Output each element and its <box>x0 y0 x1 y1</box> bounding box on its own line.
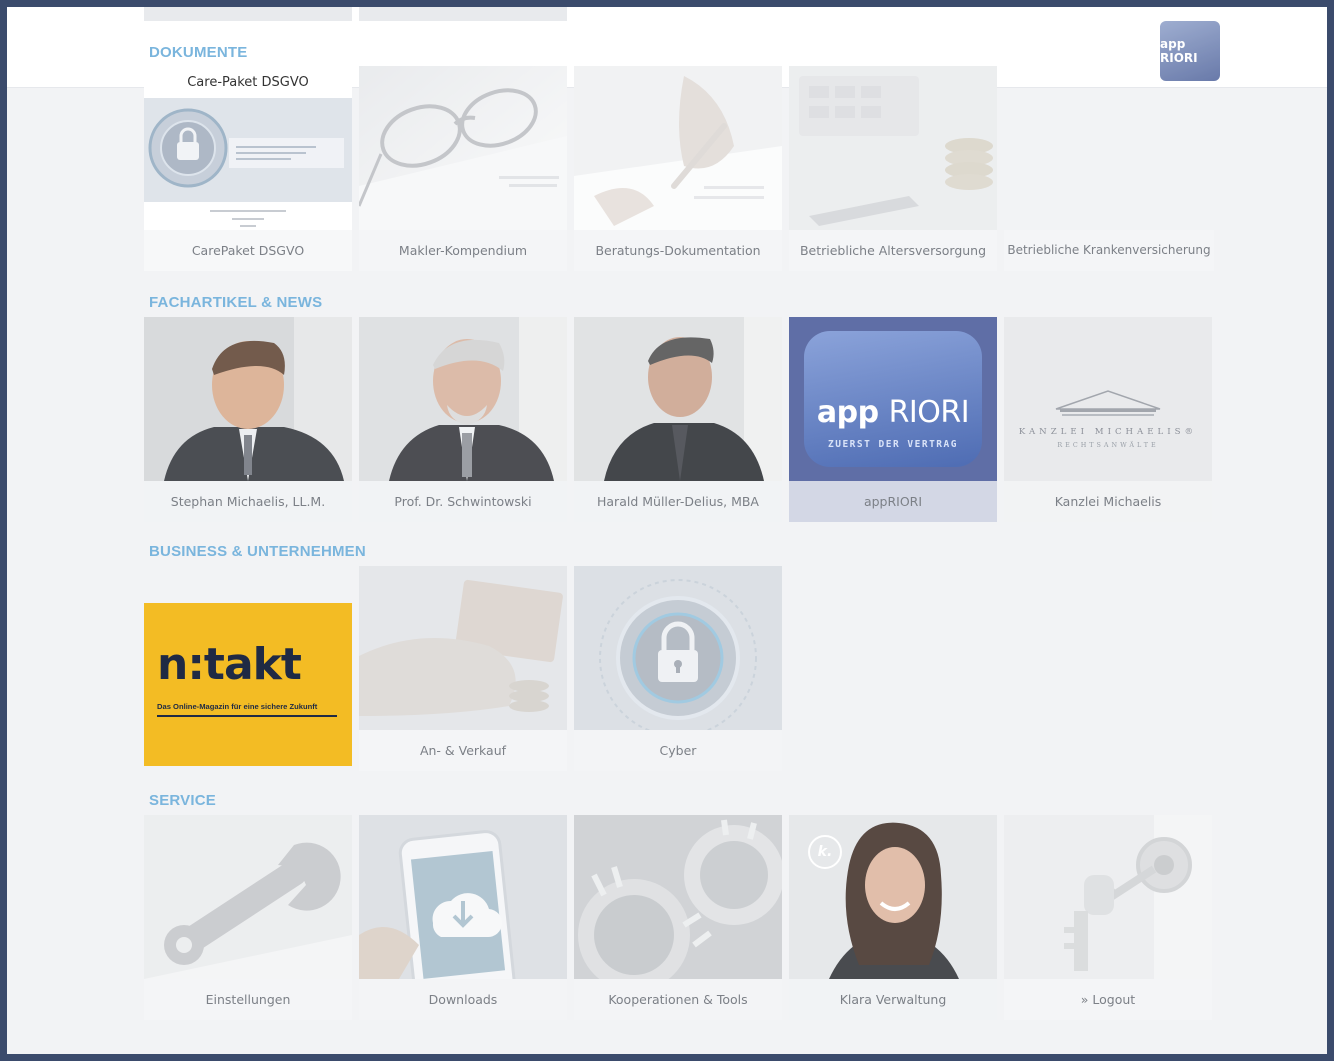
tile-betriebliche-altersversorgung[interactable]: Betriebliche Altersversorgung <box>789 66 997 271</box>
tile-betriebliche-krankenversicherung[interactable]: Betriebliche Krankenversicherung <box>1004 66 1214 271</box>
tile-klara-verwaltung[interactable]: k. Klara Verwaltung <box>789 815 997 1020</box>
tile-kooperationen-tools[interactable]: Kooperationen & Tools <box>574 815 782 1020</box>
tile-label: Prof. Dr. Schwintowski <box>359 481 567 522</box>
tile-label: Stephan Michaelis, LL.M. <box>144 481 352 522</box>
tile-cyber[interactable]: Cyber <box>574 566 782 771</box>
ntakt-logo: n:takt <box>157 639 302 690</box>
tile-beratungs-dokumentation[interactable]: Beratungs-Dokumentation <box>574 66 782 271</box>
tile-label: An- & Verkauf <box>359 730 567 771</box>
klara-badge-icon: k. <box>808 835 842 869</box>
section-title-fachartikel: FACHARTIKEL & NEWS <box>149 294 323 311</box>
tile-label: appRIORI <box>789 481 997 522</box>
tile-label: Kooperationen & Tools <box>574 979 782 1020</box>
coins-calculator-image <box>789 66 997 230</box>
section-title-dokumente: DOKUMENTE <box>149 44 248 61</box>
kanzlei-subtitle: RECHTSANWÄLTE <box>1057 441 1159 449</box>
phone-download-image <box>359 815 567 979</box>
tile-stephan-michaelis[interactable]: Stephan Michaelis, LL.M. <box>144 317 352 522</box>
gears-image <box>574 815 782 979</box>
carepaket-thumbnail <box>144 98 352 202</box>
klara-portrait-image: k. <box>789 815 997 979</box>
wrench-image <box>144 815 352 979</box>
section-title-business: BUSINESS & UNTERNEHMEN <box>149 543 366 560</box>
writing-hand-image <box>574 66 782 230</box>
tile-makler-kompendium[interactable]: Makler-Kompendium <box>359 66 567 271</box>
portrait-image <box>144 317 352 481</box>
previous-tile-remnant <box>359 7 567 21</box>
tile-label: Betriebliche Altersversorgung <box>789 230 997 271</box>
ntakt-underline <box>157 715 337 717</box>
glasses-image <box>359 66 567 230</box>
tile-prof-schwintowski[interactable]: Prof. Dr. Schwintowski <box>359 317 567 522</box>
approri-logo-image: app RIORI ZUERST DER VERTRAG <box>789 317 997 481</box>
tile-label: Klara Verwaltung <box>789 979 997 1020</box>
carepaket-image-title: Care-Paket DSGVO <box>187 74 309 90</box>
portrait-image <box>574 317 782 481</box>
tile-label: Kanzlei Michaelis <box>1004 481 1212 522</box>
keys-image <box>1004 815 1212 979</box>
tile-an-verkauf[interactable]: An- & Verkauf <box>359 566 567 771</box>
kanzlei-logo-image: KANZLEI MICHAELIS® RECHTSANWÄLTE <box>1004 317 1212 481</box>
tile-label: Makler-Kompendium <box>359 230 567 271</box>
previous-tile-remnant <box>144 7 352 21</box>
tile-label: » Logout <box>1004 979 1212 1020</box>
tile-logout[interactable]: » Logout <box>1004 815 1212 1020</box>
tile-approri[interactable]: app RIORI ZUERST DER VERTRAG appRIORI <box>789 317 997 522</box>
tile-label: Harald Müller-Delius, MBA <box>574 481 782 522</box>
tile-label: Einstellungen <box>144 979 352 1020</box>
cyber-lock-image <box>574 566 782 730</box>
money-hand-image <box>359 566 567 730</box>
tile-einstellungen[interactable]: Einstellungen <box>144 815 352 1020</box>
kanzlei-building-icon <box>1055 390 1161 416</box>
approri-tagline: ZUERST DER VERTRAG <box>828 439 958 450</box>
section-title-service: SERVICE <box>149 792 216 809</box>
app-window: app RIORI DOKUMENTE Care-Paket DSGVO Car… <box>7 7 1327 1054</box>
portrait-image <box>359 317 567 481</box>
tile-label: Downloads <box>359 979 567 1020</box>
ntakt-tagline: Das Online-Magazin für eine sichere Zuku… <box>157 702 318 711</box>
tile-label: CarePaket DSGVO <box>144 230 352 271</box>
approri-wordmark: app RIORI <box>816 395 970 430</box>
tile-ntakt-magazin[interactable]: n:takt Das Online-Magazin für eine siche… <box>144 603 352 766</box>
tile-harald-mueller-delius[interactable]: Harald Müller-Delius, MBA <box>574 317 782 522</box>
tile-label: Betriebliche Krankenversicherung <box>1004 230 1214 271</box>
kanzlei-name: KANZLEI MICHAELIS® <box>1018 427 1198 437</box>
tile-downloads[interactable]: Downloads <box>359 815 567 1020</box>
tile-kanzlei-michaelis[interactable]: KANZLEI MICHAELIS® RECHTSANWÄLTE Kanzlei… <box>1004 317 1212 522</box>
tile-carepaket-dsgvo[interactable]: Care-Paket DSGVO CarePaket DSGVO <box>144 66 352 271</box>
tile-label: Cyber <box>574 730 782 771</box>
tile-label: Beratungs-Dokumentation <box>574 230 782 271</box>
